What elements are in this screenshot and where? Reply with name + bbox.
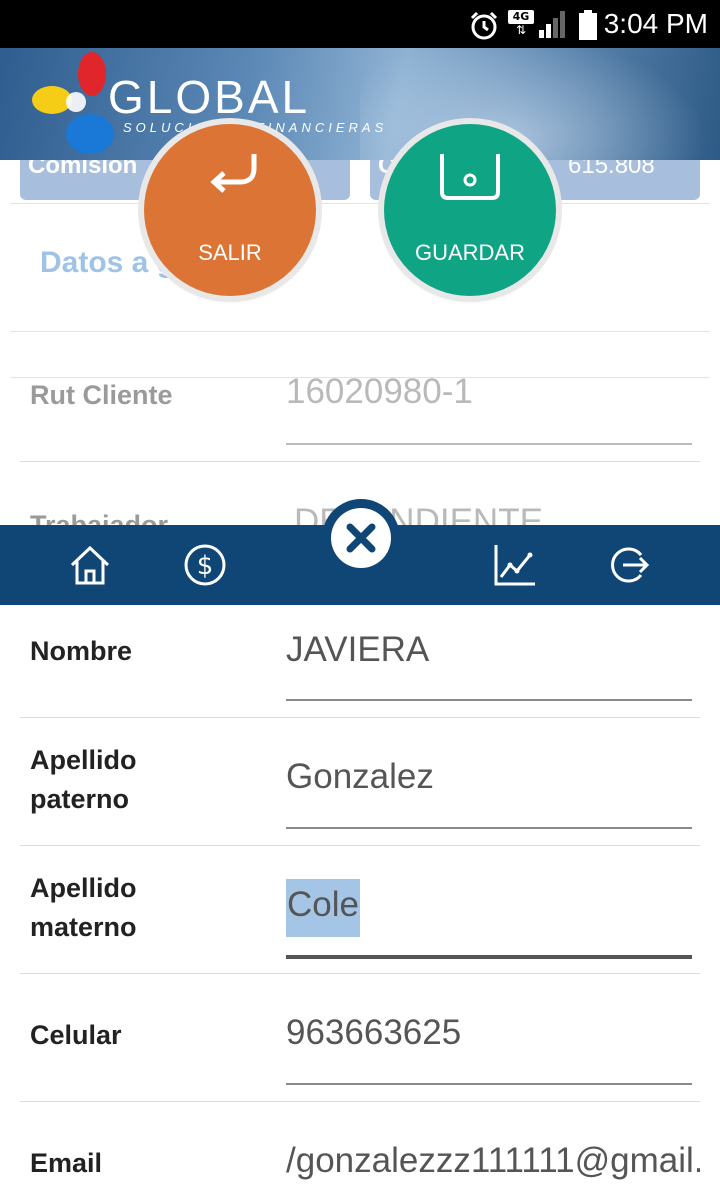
divider xyxy=(10,203,710,204)
global-logo-icon xyxy=(32,52,114,154)
celular-label: Celular xyxy=(30,1020,122,1050)
close-menu-button[interactable] xyxy=(322,499,400,577)
row-divider xyxy=(20,973,700,974)
alarm-icon xyxy=(470,11,498,40)
app-header: GLOBAL SOLUCIONES FINANCIERAS xyxy=(0,48,720,160)
brand-name: GLOBAL xyxy=(108,71,311,123)
row-divider xyxy=(20,1101,700,1102)
apellido-materno-underline xyxy=(286,955,692,959)
email-field[interactable]: /gonzalezzz111111@gmail. xyxy=(286,1141,700,1181)
apellido-materno-label: Apellido materno xyxy=(30,873,137,942)
nombre-label: Nombre xyxy=(30,636,133,666)
logout-icon[interactable] xyxy=(607,543,651,587)
selected-text[interactable]: Cole xyxy=(286,879,360,937)
row-divider xyxy=(20,461,700,462)
status-bar: 4G ⇅ 3:04 PM xyxy=(0,0,720,48)
battery-icon xyxy=(579,10,597,40)
row-divider xyxy=(20,845,700,846)
apellido-paterno-field[interactable]: Gonzalez xyxy=(286,757,434,797)
network-4g-icon: 4G ⇅ xyxy=(508,10,534,38)
nombre-underline xyxy=(286,699,692,701)
clock: 3:04 PM xyxy=(603,8,708,39)
save-icon xyxy=(440,154,500,200)
celular-underline xyxy=(286,1083,692,1085)
save-button[interactable]: GUARDAR xyxy=(384,124,556,296)
dollar-icon[interactable]: $ xyxy=(183,543,227,587)
row-divider xyxy=(20,717,700,718)
email-label: Email xyxy=(30,1148,103,1178)
save-label: GUARDAR xyxy=(414,240,525,265)
return-icon xyxy=(210,154,257,193)
rut-label: Rut Cliente xyxy=(30,380,173,410)
nombre-field[interactable]: JAVIERA xyxy=(286,630,429,670)
apellido-paterno-label: Apellido paterno xyxy=(30,745,137,814)
exit-label: SALIR xyxy=(198,240,262,265)
apellido-materno-field[interactable]: Cole xyxy=(286,879,360,937)
svg-text:$: $ xyxy=(197,551,214,581)
signal-icon xyxy=(539,11,565,38)
exit-button[interactable]: SALIR xyxy=(144,124,316,296)
close-icon xyxy=(346,523,376,553)
rut-underline xyxy=(286,443,692,445)
celular-field[interactable]: 963663625 xyxy=(286,1013,461,1053)
home-icon[interactable] xyxy=(68,543,112,587)
rut-field[interactable]: 16020980-1 xyxy=(286,372,473,412)
chart-icon[interactable] xyxy=(493,543,537,587)
apellido-paterno-underline xyxy=(286,827,692,829)
divider xyxy=(10,331,710,332)
